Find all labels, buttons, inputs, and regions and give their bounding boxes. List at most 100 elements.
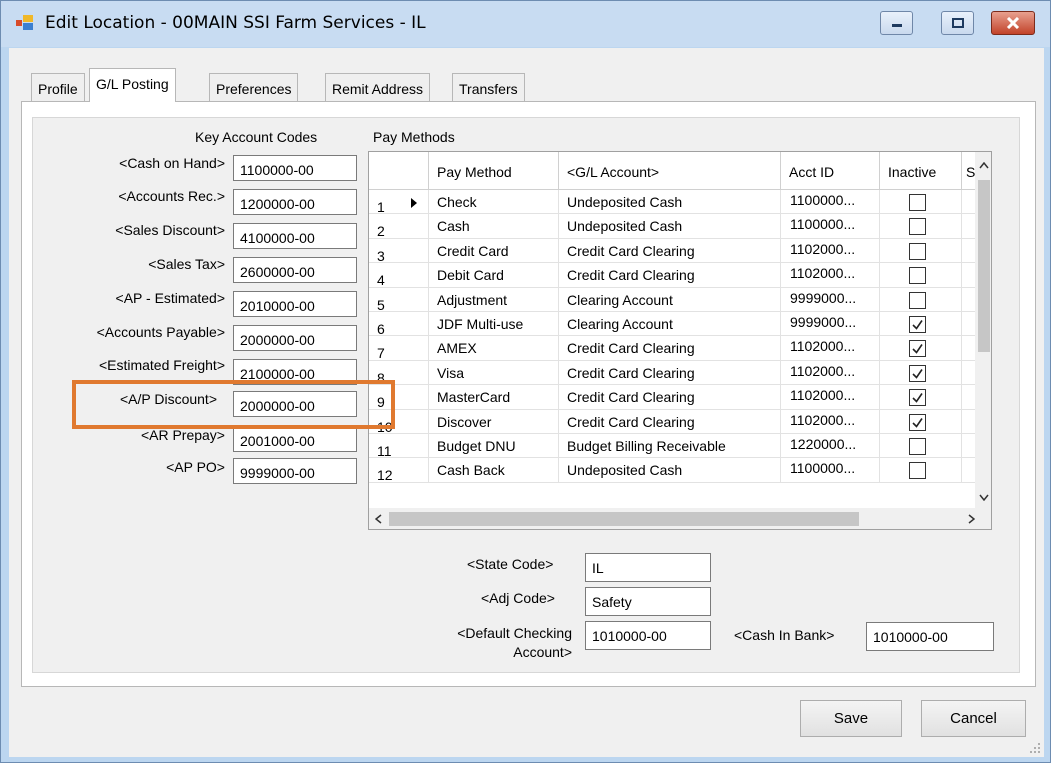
gl-account-cell[interactable]: Credit Card Clearing [559,360,781,386]
inactive-checkbox[interactable] [909,291,926,309]
table-row[interactable]: 10 Discover Credit Card Clearing 1102000... [369,409,975,434]
table-row[interactable]: 6 JDF Multi-use Clearing Account 9999000... [369,312,975,337]
accounts-payable-field[interactable]: 2000000-00 [233,325,357,351]
ap-estimated-label[interactable]: <AP - Estimated> [49,290,225,306]
acct-id-cell[interactable]: 9999000... [781,287,880,312]
inactive-checkbox[interactable] [909,218,926,236]
state-code-field[interactable]: IL [585,553,711,582]
ap-estimated-field[interactable]: 2010000-00 [233,291,357,317]
save-button[interactable]: Save [800,700,902,737]
table-row[interactable]: 2 Cash Undeposited Cash 1100000... [369,214,975,239]
default-checking-label[interactable]: <Default Checking Account> [430,624,572,662]
acct-id-cell[interactable]: 1102000... [781,385,880,410]
pay-method-cell[interactable]: Visa [429,360,559,386]
vertical-scrollbar[interactable] [975,152,991,508]
gl-account-cell[interactable]: Budget Billing Receivable [559,434,781,459]
cash-in-bank-field[interactable]: 1010000-00 [866,622,994,651]
accounts-rec-label[interactable]: <Accounts Rec.> [49,188,225,204]
gl-account-cell[interactable]: Undeposited Cash [559,190,781,215]
vertical-scroll-thumb[interactable] [978,180,990,352]
gl-account-cell[interactable]: Clearing Account [559,312,781,337]
inactive-checkbox[interactable] [909,316,926,333]
inactive-checkbox[interactable] [909,242,926,260]
table-row[interactable]: 5 Adjustment Clearing Account 9999000... [369,287,975,312]
cancel-button[interactable]: Cancel [921,700,1026,737]
tab-gl-posting[interactable]: G/L Posting [89,68,176,102]
gl-account-cell[interactable]: Credit Card Clearing [559,238,781,264]
inactive-checkbox[interactable] [909,194,926,211]
acct-id-cell[interactable]: 1220000... [781,434,880,459]
tab-transfers[interactable]: Transfers [452,73,525,101]
table-row[interactable]: 4 Debit Card Credit Card Clearing 1102000..… [369,263,975,288]
ar-prepay-label[interactable]: <AR Prepay> [49,427,225,443]
state-code-label[interactable]: <State Code> [467,556,553,572]
resize-grip-icon[interactable] [1029,742,1041,754]
column-header-gl-account[interactable]: <G/L Account> [559,152,781,190]
tab-profile[interactable]: Profile [31,73,85,101]
table-row[interactable]: 12 Cash Back Undeposited Cash 1100000... [369,458,975,483]
acct-id-cell[interactable]: 1100000... [781,190,880,215]
scroll-down-arrow-icon[interactable] [979,494,989,501]
pay-method-cell[interactable]: Credit Card [429,238,559,264]
scroll-left-arrow-icon[interactable] [375,514,382,524]
inactive-checkbox[interactable] [909,364,926,382]
ar-prepay-field[interactable]: 2001000-00 [233,426,357,452]
pay-method-cell[interactable]: Debit Card [429,263,559,288]
table-row[interactable]: 9 MasterCard Credit Card Clearing 1102000..… [369,385,975,410]
adj-code-label[interactable]: <Adj Code> [481,590,555,606]
acct-id-cell[interactable]: 9999000... [781,312,880,337]
column-header-inactive[interactable]: Inactive [880,152,962,190]
pay-method-cell[interactable]: Cash [429,214,559,239]
inactive-checkbox[interactable] [909,340,926,358]
gl-account-cell[interactable]: Undeposited Cash [559,458,781,483]
inactive-checkbox[interactable] [909,438,926,455]
acct-id-cell[interactable]: 1100000... [781,214,880,239]
title-bar[interactable]: Edit Location - 00MAIN SSI Farm Services… [1,1,1050,47]
table-row[interactable]: 1 Check Undeposited Cash 1100000... [369,190,975,215]
scroll-right-arrow-icon[interactable] [968,514,975,524]
pay-method-cell[interactable]: JDF Multi-use [429,312,559,337]
acct-id-cell[interactable]: 1102000... [781,336,880,361]
horizontal-scroll-thumb[interactable] [389,512,859,526]
pay-method-cell[interactable]: Discover [429,409,559,434]
ap-po-field[interactable]: 9999000-00 [233,458,357,484]
cash-on-hand-label[interactable]: <Cash on Hand> [49,155,225,171]
tab-preferences[interactable]: Preferences [209,73,299,101]
pay-method-cell[interactable]: Adjustment [429,287,559,312]
gl-account-cell[interactable]: Undeposited Cash [559,214,781,239]
row-number[interactable]: 2 [369,214,429,239]
acct-id-cell[interactable]: 1102000... [781,360,880,386]
scroll-up-arrow-icon[interactable] [979,162,989,169]
pay-method-cell[interactable]: Budget DNU [429,434,559,459]
accounts-payable-label[interactable]: <Accounts Payable> [29,324,225,340]
row-number[interactable]: 5 [369,287,429,312]
table-row[interactable]: 11 Budget DNU Budget Billing Receivable 122… [369,434,975,459]
default-checking-field[interactable]: 1010000-00 [585,621,711,650]
row-number[interactable]: 12 [369,458,429,483]
pay-method-cell[interactable]: AMEX [429,336,559,361]
inactive-checkbox[interactable] [909,413,926,431]
inactive-checkbox[interactable] [909,389,926,407]
gl-account-cell[interactable]: Credit Card Clearing [559,336,781,361]
sales-discount-label[interactable]: <Sales Discount> [49,222,225,238]
maximize-button[interactable] [941,11,974,35]
pay-method-cell[interactable]: Check [429,190,559,215]
pay-method-cell[interactable]: Cash Back [429,458,559,483]
accounts-rec-field[interactable]: 1200000-00 [233,189,357,215]
acct-id-cell[interactable]: 1102000... [781,409,880,434]
row-number[interactable]: 1 [369,190,429,215]
sales-discount-field[interactable]: 4100000-00 [233,223,357,249]
table-row[interactable]: 7 AMEX Credit Card Clearing 1102000... [369,336,975,361]
acct-id-cell[interactable]: 1102000... [781,263,880,288]
tab-remit-address[interactable]: Remit Address [325,73,431,101]
column-header-acct-id[interactable]: Acct ID [781,152,880,190]
acct-id-cell[interactable]: 1100000... [781,458,880,483]
horizontal-scrollbar[interactable] [369,508,991,529]
row-number[interactable]: 11 [369,434,429,459]
gl-account-cell[interactable]: Credit Card Clearing [559,263,781,288]
inactive-checkbox[interactable] [909,267,926,285]
pay-method-cell[interactable]: MasterCard [429,385,559,410]
close-button[interactable] [991,11,1035,35]
minimize-button[interactable] [880,11,913,35]
column-header-pay-method[interactable]: Pay Method [429,152,559,190]
